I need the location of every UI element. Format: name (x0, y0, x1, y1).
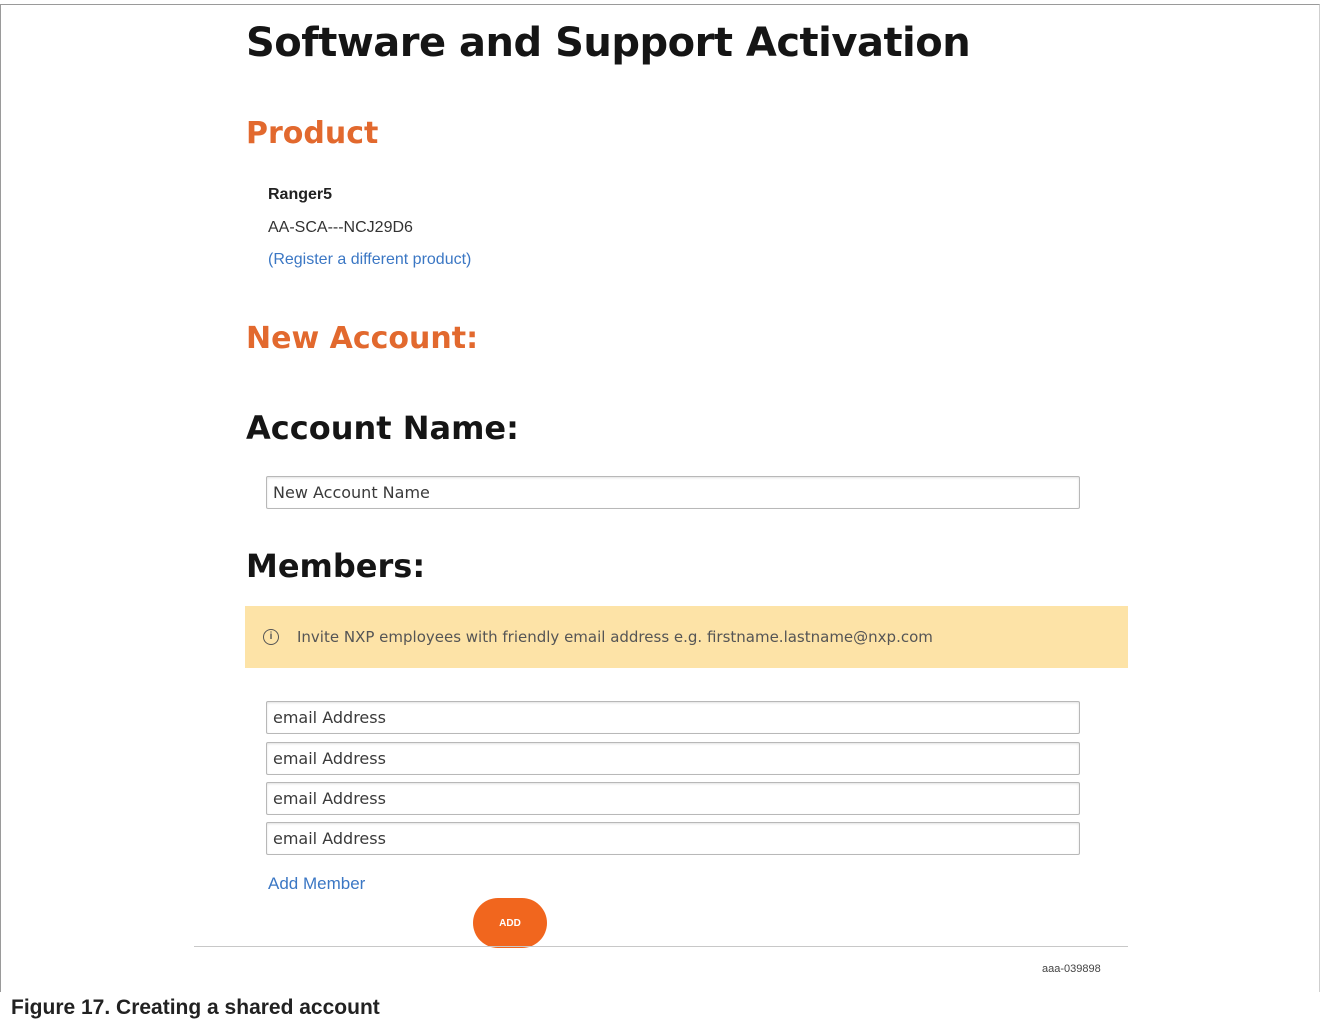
member-email-input-2[interactable] (266, 742, 1080, 775)
product-name: Ranger5 (268, 186, 333, 203)
product-code: AA-SCA---NCJ29D6 (268, 219, 413, 236)
invite-notice: i Invite NXP employees with friendly ema… (245, 606, 1128, 668)
page-title: Software and Support Activation (246, 20, 971, 66)
bottom-divider (194, 946, 1128, 947)
account-name-label: Account Name: (246, 409, 519, 447)
new-account-heading: New Account: (246, 321, 479, 356)
figure-id: aaa-039898 (1042, 963, 1101, 975)
product-heading: Product (246, 116, 379, 151)
member-email-input-4[interactable] (266, 822, 1080, 855)
add-member-link[interactable]: Add Member (268, 874, 365, 894)
info-icon: i (263, 629, 279, 645)
member-email-input-1[interactable] (266, 701, 1080, 734)
members-heading: Members: (246, 547, 426, 585)
register-different-product-link[interactable]: (Register a different product) (268, 251, 471, 269)
figure-caption: Figure 17. Creating a shared account (11, 996, 380, 1019)
add-button[interactable]: ADD (473, 898, 547, 948)
account-name-input[interactable] (266, 476, 1080, 509)
invite-notice-text: Invite NXP employees with friendly email… (297, 628, 933, 646)
member-email-input-3[interactable] (266, 782, 1080, 815)
